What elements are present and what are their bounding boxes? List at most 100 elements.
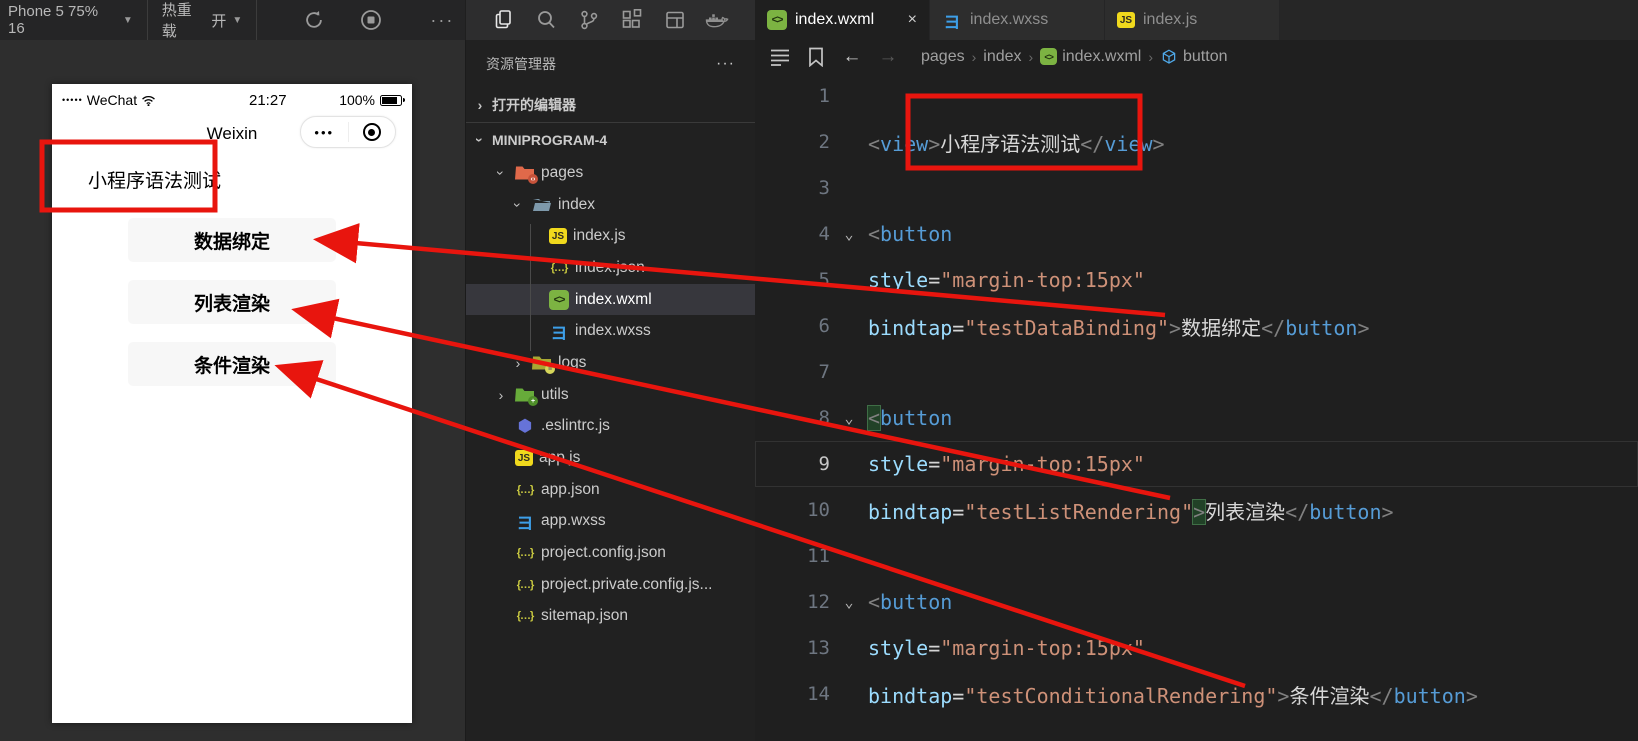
tree-item-label: index.json — [575, 258, 645, 276]
fold-chevron-icon[interactable]: ⌄ — [830, 593, 868, 611]
tree-item-sitemap-json[interactable]: {…} sitemap.json — [466, 601, 755, 633]
tree-item-label: index.wxss — [575, 322, 651, 340]
activity-bar — [465, 0, 755, 40]
tab-index-js[interactable]: JS index.js — [1105, 0, 1280, 40]
capsule-menu[interactable]: ••• — [300, 116, 396, 148]
chevron-down-icon: ▼ — [232, 14, 243, 26]
project-root-section[interactable]: › MINIPROGRAM-4 — [466, 123, 755, 157]
tree-item-pages[interactable]: › ‹› pages — [466, 157, 755, 189]
capsule-more-icon[interactable]: ••• — [301, 125, 348, 140]
breadcrumb: pages › index › <> index.wxml › button — [921, 47, 1228, 66]
code-line-2[interactable]: 2 <view>小程序语法测试</view> — [755, 119, 1638, 165]
phone-status-bar: ••••• WeChat 21:27 100% — [52, 84, 412, 116]
tree-item-app-wxss[interactable]: ヨ app.wxss — [466, 506, 755, 538]
simulator-toolbar: Phone 5 75% 16 ▼ 热重载 开 ▼ ··· — [0, 0, 465, 40]
source-control-icon[interactable] — [574, 5, 604, 35]
wxss-file-icon: ヨ — [550, 323, 568, 343]
editor-layout-icon[interactable] — [660, 5, 690, 35]
editor-tab-bar: <> index.wxml × ヨ index.wxss JS index.js — [755, 0, 1638, 40]
open-folder-icon — [532, 196, 552, 213]
phone-nav-bar: Weixin ••• — [52, 116, 412, 156]
code-line-5[interactable]: 5 style="margin-top:15px" — [755, 257, 1638, 303]
battery-icon — [380, 94, 405, 106]
refresh-button[interactable] — [291, 9, 336, 31]
tree-item-label: index.wxml — [575, 290, 652, 308]
js-file-icon: JS — [515, 450, 533, 467]
extensions-icon[interactable] — [617, 5, 647, 35]
conditional-rendering-button[interactable]: 条件渲染 — [128, 342, 336, 386]
wxss-file-icon: ヨ — [516, 513, 534, 533]
line-number: 2 — [818, 131, 830, 153]
code-line-1[interactable]: 1 — [755, 73, 1638, 119]
fold-chevron-icon[interactable]: ⌄ — [830, 225, 868, 243]
code-line-12[interactable]: 12 ⌄ <button — [755, 579, 1638, 625]
docker-icon[interactable] — [702, 5, 732, 35]
tree-item-project-config-json[interactable]: {…} project.config.json — [466, 537, 755, 569]
more-menu-button[interactable]: ··· — [420, 10, 465, 31]
list-rendering-button[interactable]: 列表渲染 — [128, 280, 336, 324]
breadcrumb-index-wxml[interactable]: <> index.wxml — [1040, 48, 1141, 66]
breadcrumb-button-symbol[interactable]: button — [1160, 48, 1227, 66]
chevron-down-icon: › — [510, 202, 526, 207]
close-icon[interactable]: × — [908, 11, 917, 29]
tree-item-label: project.private.config.js... — [541, 575, 713, 593]
file-tree: › ‹› pages › index JS index.js {…} index.json <> i… — [466, 157, 755, 632]
code-line-6[interactable]: 6 bindtap="testDataBinding">数据绑定</button> — [755, 303, 1638, 349]
code-line-14[interactable]: 14 bindtap="testConditionalRendering">条件渲… — [755, 671, 1638, 717]
stop-button[interactable] — [349, 8, 394, 32]
data-binding-button[interactable]: 数据绑定 — [128, 218, 336, 262]
device-selector[interactable]: Phone 5 75% 16 ▼ — [0, 0, 147, 40]
chevron-down-icon: › — [493, 170, 509, 176]
code-line-4[interactable]: 4 ⌄ <button — [755, 211, 1638, 257]
tree-item-index-json[interactable]: {…} index.json — [466, 252, 755, 284]
code-line-9[interactable]: 9 style="margin-top:15px" — [755, 441, 1638, 487]
bookmark-icon[interactable] — [803, 47, 829, 67]
wxml-file-icon: <> — [549, 289, 569, 310]
tree-item-label: sitemap.json — [541, 607, 629, 625]
ellipsis-icon: ··· — [430, 9, 455, 30]
open-editors-section[interactable]: › 打开的编辑器 — [466, 88, 755, 122]
tab-index-wxss[interactable]: ヨ index.wxss — [930, 0, 1105, 40]
mini-program-title-text: 小程序语法测试 — [88, 171, 222, 192]
explorer-files-icon[interactable] — [489, 5, 519, 35]
code-line-13[interactable]: 13 style="margin-top:15px" — [755, 625, 1638, 671]
tree-item-project-private-config-js-[interactable]: {…} project.private.config.js... — [466, 569, 755, 601]
tree-item-app-json[interactable]: {…} app.json — [466, 474, 755, 506]
hot-reload-toggle[interactable]: 热重载 开 ▼ — [148, 0, 257, 40]
capsule-close-icon[interactable] — [349, 123, 396, 141]
chevron-down-icon: ▼ — [122, 14, 133, 26]
explorer-more-icon[interactable]: ··· — [716, 55, 735, 73]
navigate-back-icon[interactable]: ← — [839, 46, 865, 68]
line-number: 9 — [818, 453, 830, 475]
tree-item-label: index — [558, 195, 596, 213]
tree-item-index-wxml[interactable]: <> index.wxml — [466, 283, 755, 316]
tree-item-label: app.wxss — [541, 512, 606, 530]
tree-item-index-js[interactable]: JS index.js — [466, 220, 755, 252]
tab-index-wxml[interactable]: <> index.wxml × — [755, 0, 930, 40]
tree-item-index-wxss[interactable]: ヨ index.wxss — [466, 315, 755, 347]
code-line-11[interactable]: 11 — [755, 533, 1638, 579]
chevron-down-icon: › — [472, 137, 488, 143]
wifi-icon — [142, 95, 156, 106]
search-icon[interactable] — [531, 5, 561, 35]
tree-item--eslintrc-js[interactable]: ⬢ .eslintrc.js — [466, 411, 755, 443]
code-line-10[interactable]: 10 bindtap="testListRendering">列表渲染</butt… — [755, 487, 1638, 533]
code-line-7[interactable]: 7 — [755, 349, 1638, 395]
code-editor[interactable]: 1 2 <view>小程序语法测试</view> 3 4 ⌄ <button 5 style="… — [755, 73, 1638, 741]
hot-reload-label: 热重载 — [161, 2, 192, 40]
tree-item-app-js[interactable]: JS app.js — [466, 442, 755, 474]
tree-item-utils[interactable]: › + utils — [466, 379, 755, 411]
tree-item-logs[interactable]: › ≡ logs — [466, 347, 755, 379]
outline-list-icon[interactable] — [767, 48, 793, 66]
code-line-3[interactable]: 3 — [755, 165, 1638, 211]
tree-item-index[interactable]: › index — [466, 189, 755, 221]
breadcrumb-index[interactable]: index — [983, 48, 1021, 66]
tree-item-label: app.json — [541, 480, 600, 498]
breadcrumb-pages[interactable]: pages — [921, 48, 965, 66]
navigate-forward-icon[interactable]: → — [875, 46, 901, 68]
line-number: 11 — [807, 545, 830, 567]
fold-chevron-icon[interactable]: ⌄ — [830, 409, 868, 427]
code-line-8[interactable]: 8 ⌄ <button — [755, 395, 1638, 441]
line-number: 4 — [818, 223, 830, 245]
tab-label: index.wxss — [970, 11, 1049, 28]
